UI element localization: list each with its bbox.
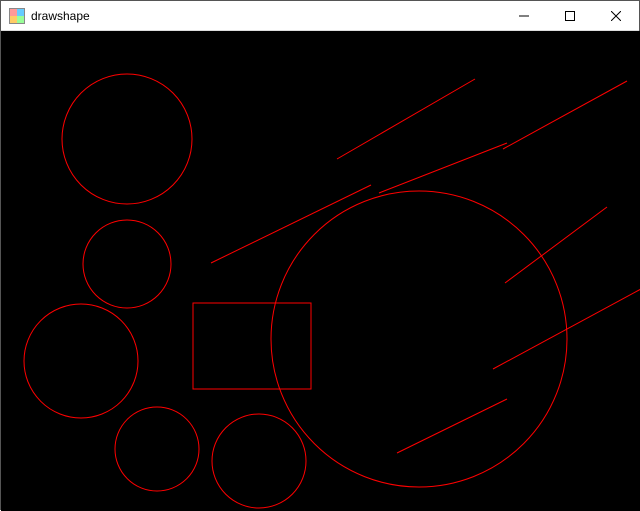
shape-line-2 (379, 143, 507, 193)
titlebar[interactable]: drawshape (1, 1, 639, 31)
shape-line-1 (503, 81, 627, 149)
maximize-button[interactable] (547, 1, 593, 31)
window-title: drawshape (31, 9, 90, 23)
shape-circle-4 (212, 414, 306, 508)
shape-line-3 (211, 185, 371, 263)
shape-line-0 (337, 79, 475, 159)
shape-circle-3 (115, 407, 199, 491)
shape-circle-2 (24, 304, 138, 418)
shape-circle-1 (83, 220, 171, 308)
shape-line-5 (493, 289, 640, 369)
shape-line-4 (505, 207, 607, 283)
close-button[interactable] (593, 1, 639, 31)
minimize-button[interactable] (501, 1, 547, 31)
minimize-icon (519, 11, 529, 21)
canvas-svg (1, 31, 640, 511)
shape-circle-0 (62, 74, 192, 204)
shape-rect-0 (193, 303, 311, 389)
drawing-canvas[interactable] (1, 31, 640, 511)
maximize-icon (565, 11, 575, 21)
app-icon (9, 8, 25, 24)
shape-line-6 (397, 399, 507, 453)
close-icon (611, 11, 621, 21)
